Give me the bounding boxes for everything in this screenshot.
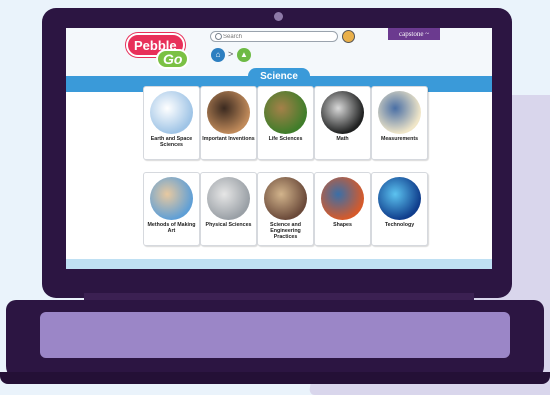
screen: Pebble Go capstone ~ ⌂ > ▲ Science Earth… [66,28,492,269]
topic-label: Shapes [333,222,352,228]
topic-thumbnail [150,91,193,134]
topic-card[interactable]: Life Sciences [257,86,314,160]
search-box[interactable] [210,31,338,42]
trackpad [40,312,510,358]
topic-thumbnail [321,91,364,134]
pebblego-logo[interactable]: Pebble Go [126,33,190,69]
laptop-base-edge [0,372,550,384]
topic-card[interactable]: Earth and Space Sciences [143,86,200,160]
search-icon [215,33,222,40]
topic-label: Math [336,136,349,142]
topic-thumbnail [207,177,250,220]
flask-icon: ▲ [240,50,248,59]
topic-card[interactable]: Physical Sciences [200,172,257,246]
topic-thumbnail [321,177,364,220]
topic-thumbnail [264,91,307,134]
topic-thumbnail [150,177,193,220]
home-button[interactable]: ⌂ [211,48,225,62]
logo-go-text: Go [156,49,190,69]
topic-card[interactable]: Methods of Making Art [143,172,200,246]
topic-card[interactable]: Math [314,86,371,160]
section-title: Science [248,68,310,85]
footer-bar [66,259,492,269]
capstone-menu-button[interactable]: capstone ~ [388,28,440,40]
home-icon: ⌂ [215,50,221,59]
topic-card[interactable]: Shapes [314,172,371,246]
science-crumb-button[interactable]: ▲ [237,48,251,62]
topic-card[interactable]: Science and Engineering Practices [257,172,314,246]
breadcrumb-separator: > [228,49,234,59]
topic-label: Life Sciences [268,136,303,142]
search-input[interactable] [223,32,333,41]
topic-label: Science and Engineering Practices [270,222,301,240]
topic-card[interactable]: Important Inventions [200,86,257,160]
topic-thumbnail [207,91,250,134]
topic-label: Technology [384,222,415,228]
avatar[interactable] [342,30,355,43]
topic-label: Important Inventions [202,136,255,142]
webcam [274,12,283,21]
topic-thumbnail [378,177,421,220]
topic-label: Measurements [380,136,419,142]
topic-card[interactable]: Technology [371,172,428,246]
topic-card[interactable]: Measurements [371,86,428,160]
topic-label: Physical Sciences [205,222,252,228]
topic-thumbnail [264,177,307,220]
topic-label: Earth and Space Sciences [150,136,193,148]
topic-label: Methods of Making Art [147,222,196,234]
topic-thumbnail [378,91,421,134]
